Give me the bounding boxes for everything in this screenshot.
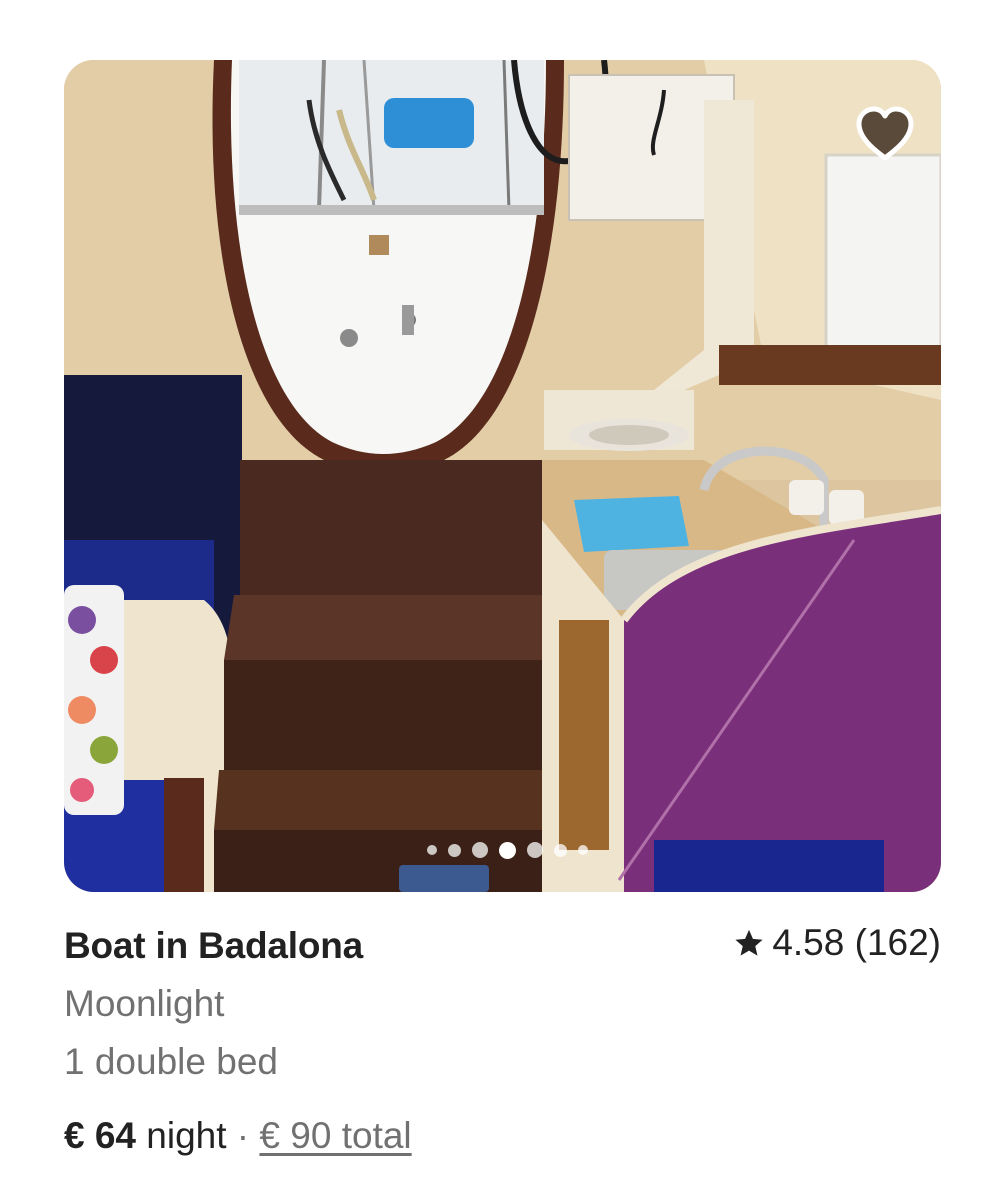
boat-interior-photo <box>64 60 941 892</box>
pagination-dot[interactable] <box>472 842 488 858</box>
price-separator: · <box>226 1115 260 1156</box>
price-unit: night <box>136 1115 227 1156</box>
price-row: € 64 night · € 90 total <box>64 1115 941 1157</box>
total-price-link[interactable]: € 90 total <box>259 1115 411 1156</box>
pagination-dot[interactable] <box>427 845 437 855</box>
pagination-dot[interactable] <box>527 842 543 858</box>
title-row: Boat in Badalona 4.58 (162) <box>64 922 941 967</box>
listing-photo[interactable] <box>64 60 941 892</box>
bed-info: 1 double bed <box>64 1041 278 1082</box>
listing-name: Moonlight <box>64 983 225 1024</box>
nightly-price: € 64 <box>64 1115 137 1156</box>
listing-title: Boat in Badalona <box>64 925 363 966</box>
pagination-dot-active[interactable] <box>499 841 516 859</box>
listing-card[interactable]: Boat in Badalona 4.58 (162) Moonlight 1 … <box>64 60 941 1157</box>
pagination-dot[interactable] <box>554 843 567 857</box>
pagination-dot[interactable] <box>578 845 588 855</box>
heart-icon[interactable] <box>853 104 917 164</box>
pagination-dot[interactable] <box>448 843 461 857</box>
listing-info: Boat in Badalona 4.58 (162) Moonlight 1 … <box>64 922 941 1157</box>
rating: 4.58 (162) <box>734 922 941 964</box>
star-icon <box>735 929 763 956</box>
rating-value: 4.58 (162) <box>772 922 941 963</box>
photo-pagination <box>64 838 941 862</box>
